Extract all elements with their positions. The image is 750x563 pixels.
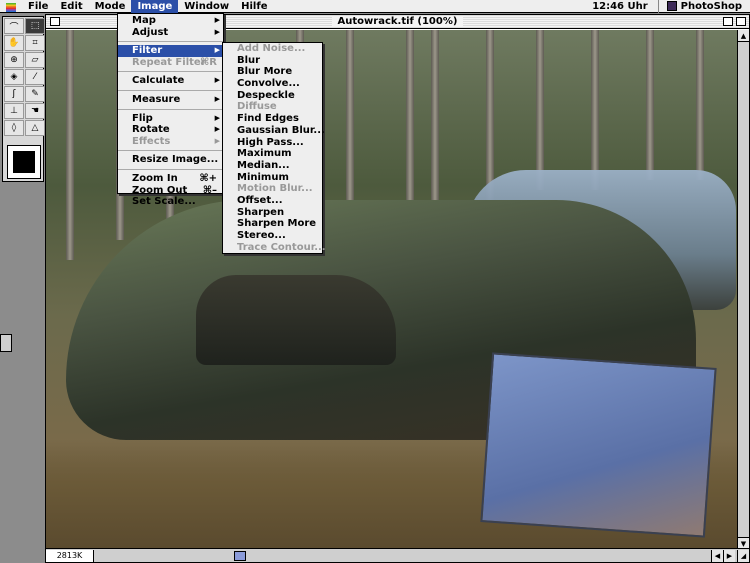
menu-item-resize-image[interactable]: Resize Image... bbox=[118, 154, 223, 166]
menubar-clock: 12:46 Uhr bbox=[592, 0, 648, 12]
menu-edit[interactable]: Edit bbox=[54, 0, 88, 13]
filter-submenu: Add Noise... Blur Blur More Convolve... … bbox=[222, 42, 326, 254]
application-name: PhotoShop bbox=[680, 0, 742, 12]
filter-despeckle[interactable]: Despeckle bbox=[223, 90, 322, 102]
zoom-box-icon[interactable] bbox=[723, 17, 733, 26]
application-menu[interactable]: PhotoShop bbox=[657, 0, 750, 13]
filter-stereo[interactable]: Stereo... bbox=[223, 230, 322, 242]
filter-trace-contour[interactable]: Trace Contour... bbox=[223, 242, 326, 254]
pencil-icon[interactable]: ✎ bbox=[25, 86, 45, 102]
filter-blur[interactable]: Blur bbox=[223, 55, 322, 67]
eraser-icon[interactable]: ▱ bbox=[25, 52, 45, 68]
menu-item-measure[interactable]: Measure ▶ bbox=[118, 94, 223, 106]
submenu-arrow-icon: ▶ bbox=[214, 16, 220, 24]
filter-minimum[interactable]: Minimum bbox=[223, 172, 322, 184]
document-title: Autowrack.tif (100%) bbox=[331, 16, 464, 27]
bucket-icon[interactable]: ◈ bbox=[4, 69, 24, 85]
smudge-icon[interactable]: ☚ bbox=[25, 103, 45, 119]
submenu-arrow-icon: ▶ bbox=[214, 136, 220, 145]
submenu-arrow-icon: ▶ bbox=[214, 76, 220, 85]
menu-item-rotate[interactable]: Rotate ▶ bbox=[118, 124, 223, 136]
filter-sharpen-more[interactable]: Sharpen More bbox=[223, 218, 322, 230]
document-size: 2813K bbox=[46, 549, 94, 562]
menu-bar: File Edit Mode Image Window Hilfe 12:46 … bbox=[0, 0, 750, 13]
cone-icon[interactable]: △ bbox=[25, 120, 45, 136]
filter-find-edges[interactable]: Find Edges bbox=[223, 113, 322, 125]
palette-collapse-tab[interactable] bbox=[0, 334, 12, 352]
menu-item-flip[interactable]: Flip ▶ bbox=[118, 113, 223, 125]
submenu-arrow-icon: ▶ bbox=[214, 46, 220, 55]
menu-separator bbox=[118, 147, 223, 152]
brush-icon[interactable]: ʃ bbox=[4, 86, 24, 102]
submenu-arrow-icon: ▶ bbox=[214, 113, 220, 122]
toolbox-palette: ⌒ ⬚ ✋ ⌗ ⊕ ▱ ◈ ⁄ ʃ ✎ ⊥ ☚ ◊ △ bbox=[2, 16, 45, 182]
color-swatch[interactable] bbox=[7, 145, 41, 179]
close-box-icon[interactable] bbox=[50, 17, 60, 26]
crosshair-icon[interactable]: ⊕ bbox=[4, 52, 24, 68]
menu-item-repeat-filter[interactable]: Repeat Filter ⌘R bbox=[118, 57, 223, 69]
menu-item-calculate[interactable]: Calculate ▶ bbox=[118, 75, 223, 87]
stamp-icon[interactable]: ⊥ bbox=[4, 103, 24, 119]
menu-item-zoom-out[interactable]: Zoom Out ⌘– bbox=[118, 185, 223, 197]
filter-maximum[interactable]: Maximum bbox=[223, 148, 322, 160]
menu-separator bbox=[118, 106, 223, 110]
eyedropper-icon[interactable]: ⁄ bbox=[25, 69, 45, 85]
horizontal-scrollbar[interactable]: ◀ ▶ ◢ bbox=[94, 549, 749, 562]
menu-image[interactable]: Image bbox=[131, 0, 179, 13]
filter-gaussian-blur[interactable]: Gaussian Blur... bbox=[223, 125, 325, 137]
filter-diffuse[interactable]: Diffuse bbox=[223, 101, 322, 113]
resize-box-icon[interactable]: ◢ bbox=[737, 549, 749, 562]
drop-icon[interactable]: ◊ bbox=[4, 120, 24, 136]
status-bar: 2813K ◀ ▶ ◢ bbox=[46, 548, 749, 562]
menu-mode[interactable]: Mode bbox=[89, 0, 132, 13]
menu-item-filter[interactable]: Filter ▶ bbox=[118, 45, 223, 57]
marquee-icon[interactable]: ⬚ bbox=[25, 18, 45, 34]
filter-motion-blur[interactable]: Motion Blur... bbox=[223, 183, 322, 195]
filter-median[interactable]: Median... bbox=[223, 160, 322, 172]
image-menu: Map ▶ Adjust ▶ Filter ▶ Repeat Filter ⌘R Cal… bbox=[117, 13, 224, 207]
filter-sharpen[interactable]: Sharpen bbox=[223, 207, 322, 219]
menu-item-map[interactable]: Map ▶ bbox=[118, 15, 223, 27]
filter-blur-more[interactable]: Blur More bbox=[223, 66, 322, 78]
collapse-box-icon[interactable] bbox=[736, 17, 746, 26]
menu-item-effects[interactable]: Effects ▶ bbox=[118, 136, 223, 148]
hand-icon[interactable]: ✋ bbox=[4, 35, 24, 51]
submenu-arrow-icon: ▶ bbox=[214, 94, 220, 103]
menu-window[interactable]: Window bbox=[178, 0, 235, 13]
menu-file[interactable]: File bbox=[22, 0, 54, 13]
apple-logo-icon bbox=[6, 2, 16, 12]
submenu-arrow-icon: ▶ bbox=[214, 27, 220, 36]
horizontal-scroll-thumb[interactable] bbox=[234, 550, 246, 561]
filter-high-pass[interactable]: High Pass... bbox=[223, 137, 322, 149]
crop-icon[interactable]: ⌗ bbox=[25, 35, 45, 51]
lasso-icon[interactable]: ⌒ bbox=[4, 18, 24, 34]
scroll-left-arrow-icon[interactable]: ◀ bbox=[711, 549, 723, 562]
filter-add-noise[interactable]: Add Noise... bbox=[223, 43, 322, 55]
scroll-right-arrow-icon[interactable]: ▶ bbox=[723, 549, 735, 562]
filter-offset[interactable]: Offset... bbox=[223, 195, 322, 207]
menu-separator bbox=[118, 38, 223, 43]
photoshop-app-icon bbox=[666, 1, 677, 11]
menu-item-zoom-in[interactable]: Zoom In ⌘+ bbox=[118, 173, 223, 185]
apple-menu[interactable] bbox=[0, 0, 22, 13]
menu-separator bbox=[118, 166, 223, 170]
menu-separator bbox=[118, 87, 223, 91]
menu-help[interactable]: Hilfe bbox=[235, 0, 273, 13]
scroll-up-arrow-icon[interactable]: ▲ bbox=[738, 30, 749, 42]
foreground-color[interactable] bbox=[13, 151, 35, 173]
menu-item-set-scale[interactable]: Set Scale... bbox=[118, 196, 223, 208]
submenu-arrow-icon: ▶ bbox=[214, 125, 220, 134]
menu-item-adjust[interactable]: Adjust ▶ bbox=[118, 27, 223, 39]
menu-separator bbox=[118, 68, 223, 73]
vertical-scrollbar[interactable]: ▲ ▼ bbox=[737, 30, 749, 549]
filter-convolve[interactable]: Convolve... bbox=[223, 78, 322, 90]
